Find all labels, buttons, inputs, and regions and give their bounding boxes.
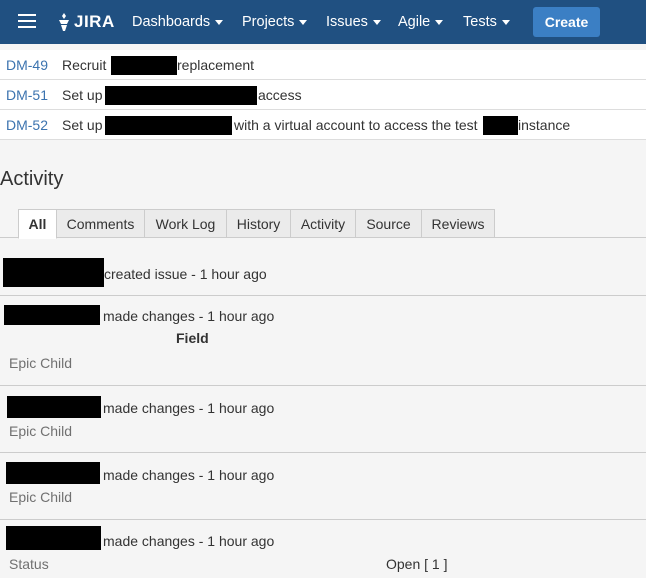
nav-tests[interactable]: Tests — [463, 0, 510, 44]
redacted-user-name — [6, 526, 101, 550]
activity-action-text: made changes - 1 hour ago — [103, 467, 275, 483]
nav-issues-label: Issues — [326, 14, 368, 30]
activity-heading: Activity — [0, 168, 64, 190]
issue-summary-suffix[interactable]: access — [258, 87, 302, 103]
redacted-user-name — [4, 305, 100, 325]
activity-entry: made changes - 1 hour ago Status Open [ … — [0, 520, 646, 578]
issue-row: DM-51 Set up access — [0, 80, 646, 110]
redacted-user-name — [6, 462, 100, 484]
nav-agile[interactable]: Agile — [398, 0, 444, 44]
activity-action-text: made changes - 1 hour ago — [103, 308, 275, 324]
redacted-text — [111, 56, 177, 75]
tab-all[interactable]: All — [18, 209, 57, 239]
activity-entry: created issue - 1 hour ago — [0, 238, 646, 296]
issue-list: DM-49 Recruit replacement DM-51 Set up a… — [0, 50, 646, 140]
nav-dashboards[interactable]: Dashboards — [132, 0, 224, 44]
tab-source[interactable]: Source — [355, 209, 422, 238]
changed-field-name: Status — [9, 556, 49, 572]
activity-action-text: created issue - 1 hour ago — [104, 266, 267, 282]
issue-summary-prefix[interactable]: Recruit — [62, 57, 106, 73]
issue-key-link[interactable]: DM-49 — [6, 57, 48, 73]
logo-text: JIRA — [74, 12, 115, 31]
activity-entry: made changes - 1 hour ago Epic Child — [0, 453, 646, 520]
redacted-user-name — [7, 396, 101, 418]
menu-icon[interactable] — [18, 14, 36, 28]
tab-activity[interactable]: Activity — [290, 209, 356, 238]
redacted-text — [105, 116, 232, 135]
caret-down-icon — [215, 19, 224, 25]
issue-row: DM-49 Recruit replacement — [0, 50, 646, 80]
issue-summary-suffix[interactable]: replacement — [177, 57, 254, 73]
activity-tabs: All Comments Work Log History Activity S… — [0, 209, 646, 239]
jira-logo-icon — [59, 13, 69, 31]
issue-summary-prefix[interactable]: Set up — [62, 87, 102, 103]
changed-field-name: Epic Child — [9, 355, 73, 371]
caret-down-icon — [501, 19, 510, 25]
redacted-user-name — [3, 258, 104, 287]
activity-entry: made changes - 1 hour ago Epic Child — [0, 386, 646, 453]
activity-entry: made changes - 1 hour ago Field Epic Chi… — [0, 296, 646, 386]
issue-summary-middle[interactable]: with a virtual account to access the tes… — [234, 117, 478, 133]
nav-dashboards-label: Dashboards — [132, 14, 211, 30]
changed-field-new-value: Open [ 1 ] — [386, 556, 448, 572]
activity-action-text: made changes - 1 hour ago — [103, 400, 275, 416]
nav-projects-label: Projects — [242, 14, 295, 30]
issue-row: DM-52 Set up with a virtual account to a… — [0, 110, 646, 140]
tab-reviews[interactable]: Reviews — [421, 209, 495, 238]
nav-agile-label: Agile — [398, 14, 431, 30]
redacted-text — [105, 86, 257, 105]
tab-comments[interactable]: Comments — [56, 209, 145, 238]
redacted-text — [483, 116, 518, 135]
create-button[interactable]: Create — [533, 7, 600, 37]
field-column-header: Field — [176, 330, 209, 346]
changed-field-name: Epic Child — [9, 423, 73, 439]
issue-summary-prefix[interactable]: Set up — [62, 117, 102, 133]
issue-summary-suffix[interactable]: instance — [518, 117, 570, 133]
nav-issues[interactable]: Issues — [326, 0, 381, 44]
issue-key-link[interactable]: DM-51 — [6, 87, 48, 103]
caret-down-icon — [372, 19, 381, 25]
caret-down-icon — [435, 19, 444, 25]
nav-projects[interactable]: Projects — [242, 0, 308, 44]
activity-action-text: made changes - 1 hour ago — [103, 533, 275, 549]
nav-tests-label: Tests — [463, 14, 497, 30]
issue-key-link[interactable]: DM-52 — [6, 117, 48, 133]
changed-field-name: Epic Child — [9, 489, 73, 505]
tab-work-log[interactable]: Work Log — [144, 209, 227, 238]
jira-logo[interactable]: JIRA — [56, 10, 115, 34]
caret-down-icon — [299, 19, 308, 25]
tab-history[interactable]: History — [226, 209, 291, 238]
top-nav-bar: JIRA Dashboards Projects Issues Agile Te… — [0, 0, 646, 44]
